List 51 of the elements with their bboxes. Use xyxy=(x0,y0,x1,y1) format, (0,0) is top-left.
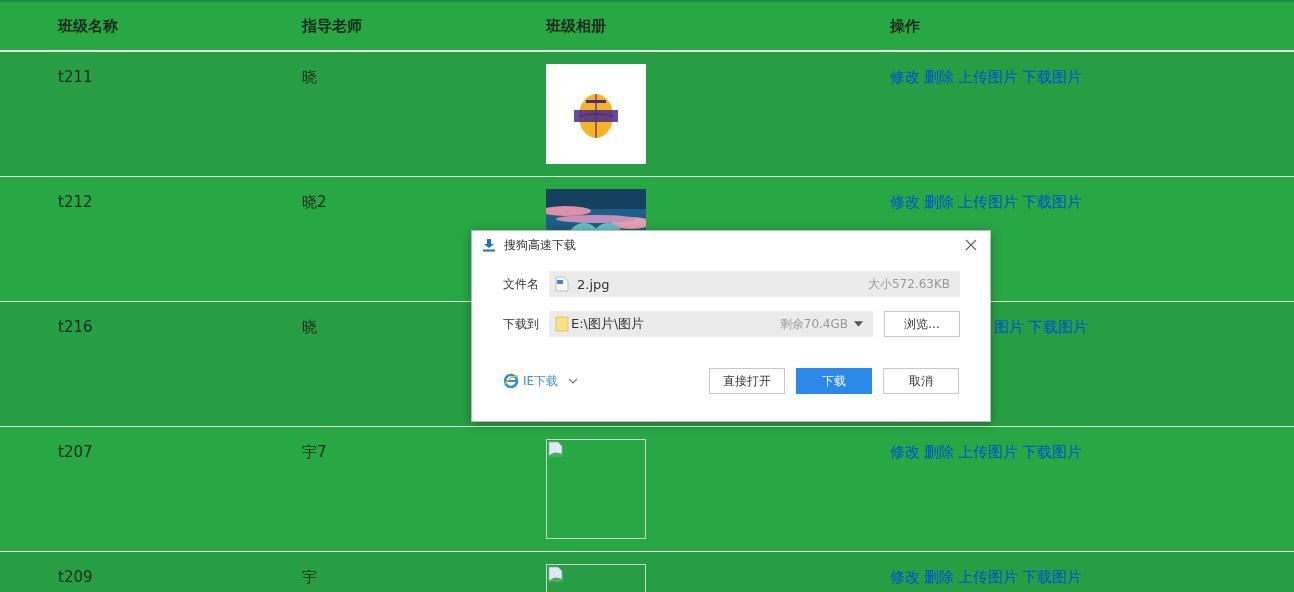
column-header: 指导老师 xyxy=(302,16,363,36)
teacher-cell: 宇 xyxy=(302,568,317,586)
folder-field[interactable]: E:\图片\图片 剩余70.4GB xyxy=(549,311,873,337)
caret-icon xyxy=(854,321,863,327)
broken-image-icon xyxy=(548,441,564,457)
ie-icon xyxy=(503,373,519,389)
action-link[interactable]: 修改 xyxy=(890,443,920,462)
action-link[interactable]: 上传图片 xyxy=(958,443,1018,462)
download-icon xyxy=(482,238,496,252)
class-name-cell: t207 xyxy=(58,443,93,461)
class-name-cell: t216 xyxy=(58,318,93,336)
column-header: 班级名称 xyxy=(58,16,119,36)
class-name-cell: t209 xyxy=(58,568,93,586)
dialog-button[interactable]: 取消 xyxy=(883,368,959,394)
action-link[interactable]: 上传图片 xyxy=(958,193,1018,212)
action-link[interactable]: 删除 xyxy=(924,568,954,587)
action-link[interactable]: 下载图片 xyxy=(1022,68,1082,87)
action-link[interactable]: 下载图片 xyxy=(1028,318,1088,337)
action-link[interactable]: 修改 xyxy=(890,193,920,212)
action-link[interactable]: 删除 xyxy=(924,443,954,462)
teacher-cell: 晓 xyxy=(302,68,317,86)
file-field[interactable]: 2.jpg 大小572.63KB xyxy=(549,271,960,297)
chevron-down-icon[interactable] xyxy=(568,378,579,384)
close-icon[interactable] xyxy=(965,239,977,251)
image-file-icon xyxy=(555,276,569,292)
action-link[interactable]: 下载图片 xyxy=(1022,568,1082,587)
action-link[interactable]: 下载图片 xyxy=(1022,193,1082,212)
action-link[interactable]: 删除 xyxy=(924,193,954,212)
action-link[interactable]: 图片 xyxy=(994,318,1024,337)
class-name-cell: t211 xyxy=(58,68,93,86)
dialog-title: 搜狗高速下载 xyxy=(504,236,576,254)
column-header: 操作 xyxy=(890,16,920,36)
field-label: 下载到 xyxy=(503,315,540,333)
dialog-button[interactable]: 直接打开 xyxy=(709,368,785,394)
ie-download-link[interactable]: IE下载 xyxy=(523,372,559,390)
teacher-cell: 晓2 xyxy=(302,193,327,211)
action-link[interactable]: 上传图片 xyxy=(958,68,1018,87)
action-link[interactable]: 修改 xyxy=(890,568,920,587)
field-label: 文件名 xyxy=(503,275,540,293)
action-link[interactable]: 上传图片 xyxy=(958,568,1018,587)
action-link[interactable]: 删除 xyxy=(924,68,954,87)
browse-button[interactable]: 浏览... xyxy=(884,311,960,337)
teacher-cell: 晓 xyxy=(302,318,317,336)
column-header: 班级相册 xyxy=(546,16,607,36)
dialog-button[interactable]: 下载 xyxy=(796,368,872,394)
folder-icon xyxy=(555,316,569,332)
action-link[interactable]: 修改 xyxy=(890,68,920,87)
teacher-cell: 宇7 xyxy=(302,443,327,461)
action-link[interactable]: 下载图片 xyxy=(1022,443,1082,462)
class-name-cell: t212 xyxy=(58,193,93,211)
broken-image-icon xyxy=(548,566,564,582)
